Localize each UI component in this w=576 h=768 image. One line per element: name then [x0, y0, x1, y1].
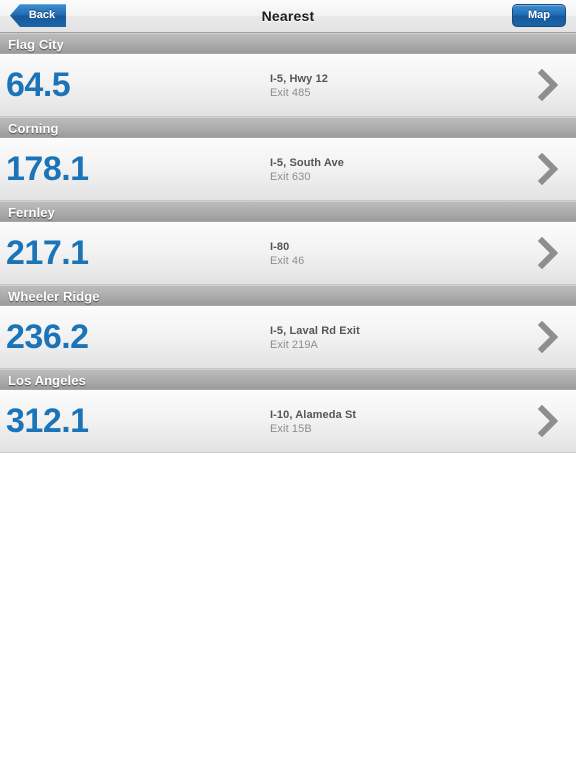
navigation-bar: Back Nearest Map — [0, 0, 576, 33]
exit-label: Exit 485 — [270, 87, 311, 99]
list-item[interactable]: 64.5 I-5, Hwy 12 Exit 485 — [0, 54, 576, 117]
empty-area — [0, 453, 576, 768]
distance-value: 312.1 — [6, 402, 89, 440]
road-label: I-5, Hwy 12 — [270, 73, 328, 85]
distance-value: 178.1 — [6, 150, 89, 188]
section-header: Flag City — [0, 33, 576, 54]
app-screen: Back Nearest Map Flag City 64.5 I-5, Hwy 1… — [0, 0, 576, 768]
section-header: Wheeler Ridge — [0, 285, 576, 306]
location-details: I-5, South Ave Exit 630 — [270, 154, 520, 184]
chevron-right-icon[interactable] — [520, 138, 576, 201]
chevron-right-icon[interactable] — [520, 306, 576, 369]
nearest-locations-list: Flag City 64.5 I-5, Hwy 12 Exit 485 Corning 1… — [0, 33, 576, 453]
exit-label: Exit 219A — [270, 339, 318, 351]
distance-value: 217.1 — [6, 234, 89, 272]
location-details: I-5, Hwy 12 Exit 485 — [270, 70, 520, 100]
road-label: I-80 — [270, 241, 290, 253]
map-button[interactable]: Map — [512, 4, 566, 27]
distance-value: 236.2 — [6, 318, 89, 356]
road-label: I-10, Alameda St — [270, 409, 357, 421]
section-header: Corning — [0, 117, 576, 138]
section-header: Los Angeles — [0, 369, 576, 390]
chevron-right-icon[interactable] — [520, 390, 576, 453]
back-button[interactable]: Back — [10, 4, 66, 27]
list-item[interactable]: 178.1 I-5, South Ave Exit 630 — [0, 138, 576, 201]
list-item[interactable]: 312.1 I-10, Alameda St Exit 15B — [0, 390, 576, 453]
location-details: I-10, Alameda St Exit 15B — [270, 406, 520, 436]
road-label: I-5, South Ave — [270, 157, 344, 169]
exit-label: Exit 15B — [270, 423, 312, 435]
chevron-right-icon[interactable] — [520, 222, 576, 285]
exit-label: Exit 630 — [270, 171, 311, 183]
distance-value: 64.5 — [6, 66, 71, 104]
exit-label: Exit 46 — [270, 255, 305, 267]
location-details: I-80 Exit 46 — [270, 238, 520, 268]
list-item[interactable]: 217.1 I-80 Exit 46 — [0, 222, 576, 285]
section-header: Fernley — [0, 201, 576, 222]
page-title: Nearest — [261, 8, 315, 24]
chevron-right-icon[interactable] — [520, 54, 576, 117]
road-label: I-5, Laval Rd Exit — [270, 325, 360, 337]
location-details: I-5, Laval Rd Exit Exit 219A — [270, 322, 520, 352]
list-item[interactable]: 236.2 I-5, Laval Rd Exit Exit 219A — [0, 306, 576, 369]
